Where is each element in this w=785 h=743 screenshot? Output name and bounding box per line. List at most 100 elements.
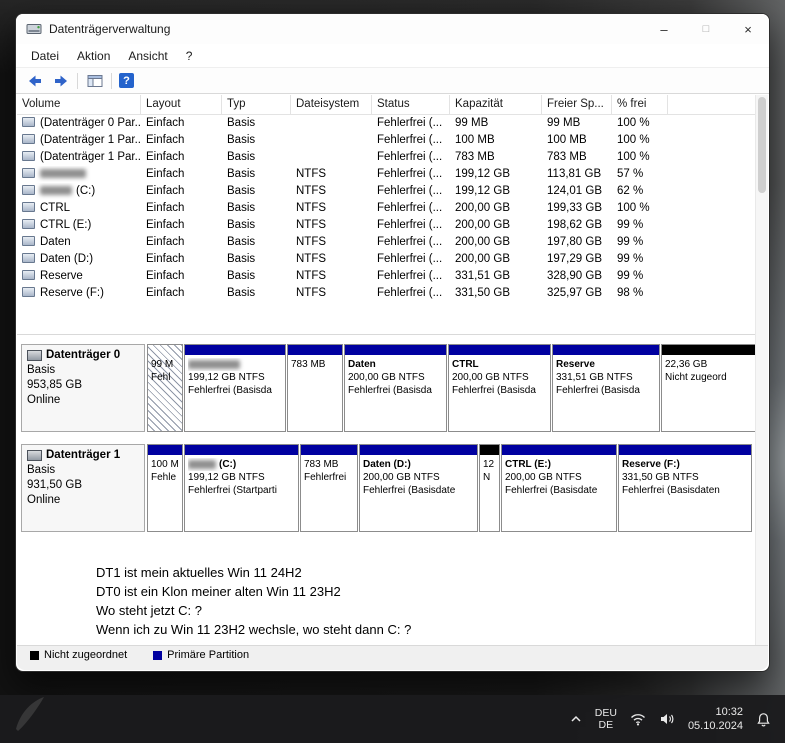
disk0-partition-4[interactable]: CTRL 200,00 GB NTFS Fehlerfrei (Basisda [448, 344, 551, 432]
disk0-info[interactable]: Datenträger 0 Basis 953,85 GB Online [21, 344, 145, 432]
clock[interactable]: 10:32 05.10.2024 [688, 705, 743, 733]
disk0-row: Datenträger 0 Basis 953,85 GB Online 99 … [21, 344, 756, 432]
volume-row[interactable]: Daten Einfach Basis NTFS Fehlerfrei (...… [17, 234, 755, 251]
cell-kapazitaet: 200,00 GB [455, 219, 510, 231]
cell-prozent-frei: 62 % [617, 185, 644, 197]
disk1-partition-3[interactable]: Daten (D:) 200,00 GB NTFS Fehlerfrei (Ba… [359, 444, 478, 532]
partition-color-bar [619, 445, 751, 455]
disk-size: 953,85 GB [27, 379, 82, 391]
cell-typ: Basis [227, 236, 256, 248]
speaker-icon[interactable] [659, 712, 675, 726]
cell-kapazitaet: 331,51 GB [455, 270, 510, 282]
notification-bell-icon[interactable] [756, 712, 771, 727]
disk1-partition-2[interactable]: 783 MB Fehlerfrei [300, 444, 358, 532]
cell-layout: Einfach [146, 287, 185, 299]
cell-freier-speicher: 113,81 GB [547, 168, 602, 180]
cell-freier-speicher: 124,01 GB [547, 185, 602, 197]
column-volume[interactable]: Volume [17, 95, 141, 114]
cell-status: Fehlerfrei (... [377, 168, 443, 180]
cell-typ: Basis [227, 270, 256, 282]
menu-aktion[interactable]: Aktion [68, 47, 119, 65]
column-kapazitaet[interactable]: Kapazität [450, 95, 542, 114]
cell-layout: Einfach [146, 270, 185, 282]
partition-color-bar [185, 445, 298, 455]
help-icon[interactable]: ? [119, 73, 134, 88]
cell-kapazitaet: 331,50 GB [455, 287, 510, 299]
column-prozent-frei[interactable]: % frei [612, 95, 668, 114]
toolbar: ? [16, 67, 769, 94]
column-dateisystem[interactable]: Dateisystem [291, 95, 372, 114]
cell-status: Fehlerfrei (... [377, 270, 443, 282]
disk0-partition-1[interactable]: 199,12 GB NTFS Fehlerfrei (Basisda [184, 344, 286, 432]
partition-color-bar [148, 345, 182, 355]
disk0-partition-3[interactable]: Daten 200,00 GB NTFS Fehlerfrei (Basisda [344, 344, 447, 432]
cell-freier-speicher: 197,80 GB [547, 236, 602, 248]
disk1-info[interactable]: Datenträger 1 Basis 931,50 GB Online [21, 444, 145, 532]
volume-row[interactable]: (Datenträger 1 Par... Einfach Basis Fehl… [17, 149, 755, 166]
menu-hilfe[interactable]: ? [177, 47, 202, 65]
cell-volume: (Datenträger 1 Par... [17, 132, 141, 149]
forward-arrow-icon[interactable] [51, 71, 70, 90]
partition-color-bar [480, 445, 499, 455]
cell-volume [17, 166, 141, 183]
disk-icon [27, 349, 42, 361]
cell-kapazitaet: 200,00 GB [455, 236, 510, 248]
column-typ[interactable]: Typ [222, 95, 291, 114]
titlebar[interactable]: Datenträgerverwaltung – □ × [16, 14, 769, 44]
cell-kapazitaet: 200,00 GB [455, 253, 510, 265]
volume-row[interactable]: (Datenträger 1 Par... Einfach Basis Fehl… [17, 132, 755, 149]
toolbar-separator [111, 72, 112, 89]
cell-freier-speicher: 197,29 GB [547, 253, 602, 265]
disk0-partition-6-unallocated[interactable]: 22,36 GB Nicht zugeord [661, 344, 756, 432]
close-button[interactable]: × [727, 14, 769, 44]
volume-row[interactable]: CTRL Einfach Basis NTFS Fehlerfrei (... … [17, 200, 755, 217]
minimize-button[interactable]: – [643, 14, 685, 44]
volume-row[interactable]: Reserve Einfach Basis NTFS Fehlerfrei (.… [17, 268, 755, 285]
disk1-partition-6[interactable]: Reserve (F:) 331,50 GB NTFS Fehlerfrei (… [618, 444, 752, 532]
cell-dateisystem: NTFS [296, 202, 327, 214]
menu-datei[interactable]: Datei [22, 47, 68, 65]
partition-color-bar [185, 345, 285, 355]
volume-row[interactable]: (Datenträger 0 Par... Einfach Basis Fehl… [17, 115, 755, 132]
tray-expand-chevron-icon[interactable] [570, 715, 582, 723]
vertical-scrollbar[interactable] [755, 95, 768, 645]
disk1-partition-5[interactable]: CTRL (E:) 200,00 GB NTFS Fehlerfrei (Bas… [501, 444, 617, 532]
disk1-partition-1[interactable]: (C:) 199,12 GB NTFS Fehlerfrei (Startpar… [184, 444, 299, 532]
volume-row[interactable]: Daten (D:) Einfach Basis NTFS Fehlerfrei… [17, 251, 755, 268]
cell-freier-speicher: 325,97 GB [547, 287, 602, 299]
app-icon [26, 24, 42, 34]
redacted-text [40, 186, 72, 196]
disk0-partition-5[interactable]: Reserve 331,51 GB NTFS Fehlerfrei (Basis… [552, 344, 660, 432]
maximize-button[interactable]: □ [685, 14, 727, 44]
disk0-partition-0[interactable]: 99 M Fehl [147, 344, 183, 432]
back-arrow-icon[interactable] [25, 71, 44, 90]
disk-name: Datenträger 0 [46, 349, 121, 361]
volume-list-pane: Volume Layout Typ Dateisystem Status Kap… [17, 95, 755, 335]
column-freier-speicher[interactable]: Freier Sp... [542, 95, 612, 114]
volume-row[interactable]: Reserve (F:) Einfach Basis NTFS Fehlerfr… [17, 285, 755, 302]
legend-primary-partition: Primäre Partition [153, 649, 249, 661]
cell-typ: Basis [227, 202, 256, 214]
cell-freier-speicher: 100 MB [547, 134, 587, 146]
toolbar-separator [77, 72, 78, 89]
column-status[interactable]: Status [372, 95, 450, 114]
console-tree-icon[interactable] [85, 71, 104, 90]
language-indicator[interactable]: DEU DE [595, 707, 617, 731]
disk-icon [27, 449, 42, 461]
wifi-icon[interactable] [630, 712, 646, 726]
cell-typ: Basis [227, 253, 256, 265]
disk1-partition-4-unallocated[interactable]: 12 N [479, 444, 500, 532]
volume-icon [22, 253, 35, 263]
menu-ansicht[interactable]: Ansicht [119, 47, 176, 65]
cell-prozent-frei: 99 % [617, 253, 644, 265]
scrollbar-thumb[interactable] [758, 97, 766, 193]
user-annotation: DT1 ist mein aktuelles Win 11 24H2 DT0 i… [96, 565, 412, 637]
volume-icon [22, 134, 35, 144]
disk1-partition-0[interactable]: 100 M Fehle [147, 444, 183, 532]
cell-status: Fehlerfrei (... [377, 287, 443, 299]
column-layout[interactable]: Layout [141, 95, 222, 114]
volume-row[interactable]: (C:) Einfach Basis NTFS Fehlerfrei (... … [17, 183, 755, 200]
volume-row[interactable]: CTRL (E:) Einfach Basis NTFS Fehlerfrei … [17, 217, 755, 234]
volume-row[interactable]: Einfach Basis NTFS Fehlerfrei (... 199,1… [17, 166, 755, 183]
disk0-partition-2[interactable]: 783 MB [287, 344, 343, 432]
